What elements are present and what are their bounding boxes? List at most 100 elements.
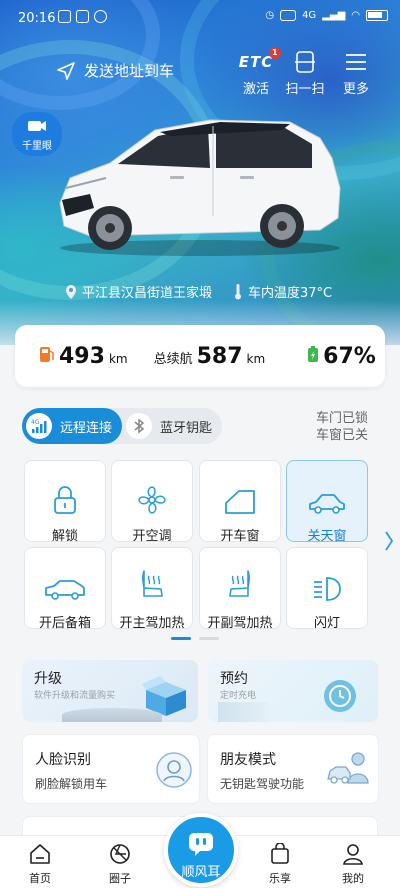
circle-community-icon [110,844,130,864]
shopping-bag-icon [271,843,289,864]
tab-home[interactable]: 首页 [10,842,70,886]
signal-icon: ▂▄▆ [322,10,346,21]
flash-lights-label: 闪灯 [313,616,340,631]
status-time: 20:16 [18,11,56,26]
booking-title: 预约 [220,671,248,687]
unlock-button[interactable]: 解锁 [24,460,106,544]
tab-remote-connect[interactable]: 4G 远程连接 [22,408,122,444]
passenger-seat-heat-label: 开副驾加热 [207,616,273,631]
upgrade-card[interactable]: 升级 软件升级和流量购买 [22,660,198,722]
location-pin-icon [66,284,76,299]
system-icons: ◷ 4G ▂▄▆ ◠ [265,10,388,21]
window-open-label: 开车窗 [220,529,260,544]
more-button[interactable]: 更多 [334,50,378,97]
tab-circle[interactable]: 圈子 [90,842,150,886]
bg-decoration [218,702,268,722]
chevron-right-icon[interactable] [384,530,394,552]
range-card[interactable]: 493 km 总续航 587 km 67% [15,325,385,387]
tab-me[interactable]: 我的 [323,842,383,886]
tab-shop-label: 乐享 [269,872,291,885]
friend-mode-subtitle: 无钥匙驾驶功能 [220,777,305,791]
voice-assistant-icon [189,833,213,856]
booking-subtitle: 定时充电 [220,691,257,701]
flash-lights-button[interactable]: 闪灯 [286,547,368,631]
scan-button[interactable]: 扫一扫 [283,50,327,97]
network-label: 4G [302,10,317,21]
bluetooth-icon [126,413,152,439]
shunfenger-button[interactable]: 顺风耳 [164,813,238,887]
window-open-button[interactable]: 开车窗 [199,460,281,544]
battery-charge-icon [308,345,319,362]
tab-bluetooth-key[interactable]: 蓝牙钥匙 [122,408,222,444]
location-row: 平江县汉昌街道王家塅 车内温度37°C [66,282,332,301]
tab-remote-connect-label: 远程连接 [60,420,113,436]
cabin-temperature: 车内温度37°C [234,282,332,301]
fuel-range-unit: km [108,351,128,366]
connection-tabs: 4G 远程连接 蓝牙钥匙 [22,408,222,444]
more-label: 更多 [342,82,369,97]
status-bar: 20:16 ◷ 4G ▂▄▆ ◠ [0,0,400,36]
hero-banner: 20:16 ◷ 4G ▂▄▆ ◠ 发送地址到车 ETC 1 激活 扫一扫 更多 … [0,0,400,345]
signal-4g-icon: 4G [26,413,52,439]
send-address-label: 发送地址到车 [84,62,175,80]
ac-on-button[interactable]: 开空调 [111,460,193,544]
face-recognition-title: 人脸识别 [35,752,91,768]
alarm-icon: ◷ [265,10,275,21]
menu-icon [346,54,366,70]
headlight-icon [314,577,341,601]
door-window-status: 车门已锁 车窗已关 [316,410,368,444]
camera-icon [28,121,46,131]
address: 平江县汉昌街道王家塅 [66,282,212,301]
fuel-icon [40,346,54,362]
qianli-eye-button[interactable]: 千里眼 [12,112,62,156]
page-dot-active [171,637,191,640]
total-range-value: 587 [196,343,243,369]
tab-home-label: 首页 [29,872,51,885]
send-address-button[interactable]: 发送地址到车 [56,60,174,81]
sunroof-close-label: 关天窗 [307,529,347,544]
app-notification-icon [76,10,89,23]
trunk-open-label: 开后备箱 [38,616,91,631]
user-icon [343,844,363,865]
send-icon [57,61,75,80]
total-range-label: 总续航 [153,351,193,367]
etc-icon: ETC 1 [239,47,282,71]
face-id-icon [156,752,192,788]
sunroof-close-button[interactable]: 关天窗 [286,460,368,544]
window-status: 车窗已关 [315,428,368,443]
passenger-seat-heat-button[interactable]: 开副驾加热 [199,547,281,631]
ac-on-label: 开空调 [132,529,172,544]
thermometer-icon [235,283,242,299]
driver-seat-heat-button[interactable]: 开主驾加热 [111,547,193,631]
home-icon [30,844,50,864]
car-window-icon [225,490,255,514]
scan-label: 扫一扫 [285,82,325,97]
notification-icons [58,10,107,23]
tab-shop[interactable]: 乐享 [250,842,310,886]
scan-icon [295,51,315,73]
upgrade-title: 升级 [34,671,62,687]
hd-icon [280,10,297,21]
etc-activate-button[interactable]: ETC 1 激活 [234,47,282,97]
friend-mode-card[interactable]: 朋友模式 无钥匙驾驶功能 [207,734,379,804]
upgrade-subtitle: 软件升级和流量购买 [34,691,116,701]
total-range-unit: km [246,351,266,366]
battery-level-value: 67% [323,343,376,369]
seat-heat-icon [142,570,163,597]
bg-decoration [62,708,162,722]
svg-text:4G: 4G [31,419,40,426]
car-sunroof-icon [309,494,345,514]
battery-level: 67% [307,344,376,369]
unlock-label: 解锁 [51,529,78,544]
booking-card[interactable]: 预约 定时充电 [208,660,378,722]
wifi-icon: ◠ [351,10,360,21]
tab-circle-label: 圈子 [109,872,131,885]
qianli-label: 千里眼 [22,141,52,152]
tab-bluetooth-key-label: 蓝牙钥匙 [160,420,213,436]
total-range: 总续航 587 km [154,344,266,369]
trunk-open-button[interactable]: 开后备箱 [24,547,106,631]
alarm-icon [94,10,107,23]
door-status: 车门已锁 [315,411,368,426]
fuel-range-value: 493 [59,343,105,369]
face-recognition-card[interactable]: 人脸识别 刷脸解锁用车 [22,734,200,804]
